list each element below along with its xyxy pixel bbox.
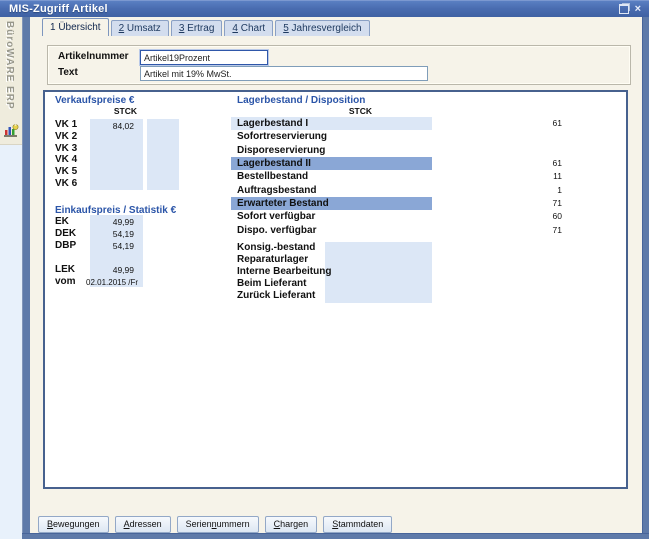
row-value: 84,02 (90, 120, 134, 132)
close-icon[interactable]: × (635, 4, 641, 14)
row-label: DBP (55, 240, 76, 252)
row-label: VK 5 (55, 166, 77, 178)
row-value: 02.01.2015 /Fr (86, 277, 134, 289)
row-label: VK 6 (55, 178, 77, 190)
row-label: Interne Bearbeitung (237, 266, 331, 278)
table-row: Erwarteter Bestand71 (231, 197, 432, 210)
tab-chart[interactable]: 4 Chart (224, 20, 273, 36)
tab-ertrag[interactable]: 3 Ertrag (171, 20, 223, 36)
row-label: Konsig.-bestand (237, 242, 315, 254)
table-row: Dispo. verfügbar71 (231, 224, 432, 237)
adressen-button[interactable]: Adressen (115, 516, 171, 533)
artikelnummer-input[interactable] (140, 50, 268, 65)
row-label: VK 2 (55, 131, 77, 143)
bottom-button-bar: Bewegungen Adressen Seriennummern Charge… (38, 516, 392, 533)
table-row: Auftragsbestand1 (231, 184, 432, 197)
konsignation-value-box (325, 242, 432, 303)
table-row: Sofort verfügbar60 (231, 210, 432, 223)
row-label: VK 1 (55, 119, 77, 131)
main-content: 1 Übersicht 2 Umsatz 3 Ertrag 4 Chart 5 … (30, 17, 642, 533)
tab-umsatz[interactable]: 2 Umsatz (111, 20, 169, 36)
table-row: Disporeservierung (231, 144, 432, 157)
row-value: 49,99 (86, 216, 134, 228)
tab-jahresvergleich[interactable]: 5 Jahresvergleich (275, 20, 369, 36)
bewegungen-button[interactable]: Bewegungen (38, 516, 109, 533)
vk-value-box-2 (147, 119, 179, 190)
row-label: LEK (55, 264, 75, 276)
text-label: Text (58, 67, 78, 78)
chart-toolbar-icon[interactable] (2, 121, 20, 139)
restore-icon[interactable] (619, 4, 629, 14)
table-row: Lagerbestand I61 (231, 117, 432, 130)
tab-uebersicht[interactable]: 1 Übersicht (42, 18, 109, 36)
window-controls: × (619, 4, 641, 14)
row-value: 49,99 (86, 264, 134, 276)
app-window: MIS-Zugriff Artikel × BüroWARE ERP 1 Übe… (0, 0, 649, 539)
stammdaten-button[interactable]: Stammdaten (323, 516, 392, 533)
artikelnummer-label: Artikelnummer (58, 51, 129, 62)
row-value: 54,19 (86, 240, 134, 252)
brand-label: BüroWARE ERP (4, 21, 15, 110)
frame-left-border (22, 17, 30, 539)
row-label: EK (55, 216, 69, 228)
verkaufspreise-title: Verkaufspreise € (55, 95, 135, 106)
verkaufspreise-col-header: STCK (90, 106, 137, 116)
chargen-button[interactable]: Chargen (265, 516, 318, 533)
table-row: Lagerbestand II61 (231, 157, 432, 170)
row-label: VK 4 (55, 154, 77, 166)
frame-right-border (642, 17, 649, 539)
row-label: Reparaturlager (237, 254, 308, 266)
row-label: Zurück Lieferant (237, 290, 315, 302)
tab-strip: 1 Übersicht 2 Umsatz 3 Ertrag 4 Chart 5 … (42, 19, 372, 36)
lager-col-header: STCK (323, 106, 372, 116)
window-title: MIS-Zugriff Artikel (9, 1, 108, 17)
text-input[interactable] (140, 66, 428, 81)
row-label: DEK (55, 228, 76, 240)
lager-title: Lagerbestand / Disposition (237, 95, 365, 106)
seriennummern-button[interactable]: Seriennummern (177, 516, 259, 533)
row-label: vom (55, 276, 76, 288)
table-row: Bestellbestand11 (231, 170, 432, 183)
sidebar-toolbar: BüroWARE ERP (0, 17, 22, 145)
row-label: Beim Lieferant (237, 278, 306, 290)
table-row: Sofortreservierung (231, 130, 432, 143)
article-header-group: Artikelnummer Text (47, 45, 631, 85)
title-bar: MIS-Zugriff Artikel × (0, 0, 649, 17)
frame-bottom-border (22, 533, 649, 539)
overview-panel: Verkaufspreise € STCK VK 1 VK 2 VK 3 VK … (43, 90, 628, 489)
row-value: 54,19 (86, 228, 134, 240)
